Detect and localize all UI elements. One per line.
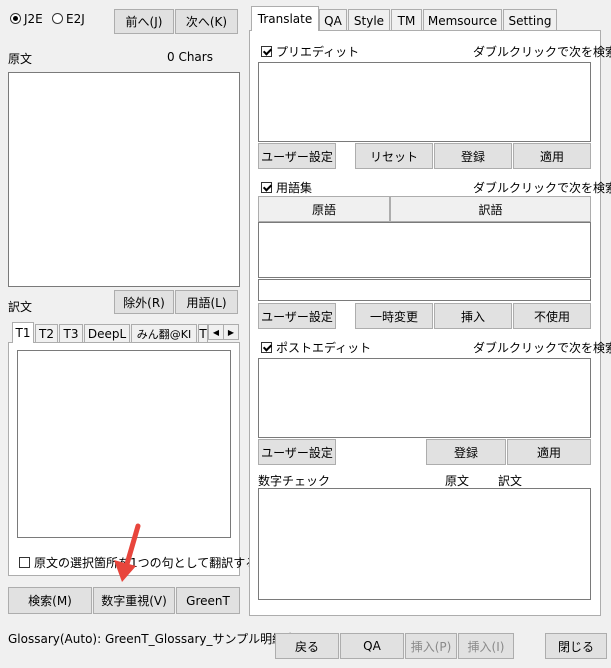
tab-t1[interactable]: T1 [12, 322, 34, 343]
target-textarea[interactable] [17, 350, 231, 538]
tab-t-truncated[interactable]: T [198, 324, 208, 343]
target-label: 訳文 [8, 300, 33, 314]
postedit-user-settings-button[interactable]: ユーザー設定 [258, 439, 336, 465]
checkbox-checked-icon [261, 46, 272, 57]
radio-empty-icon [52, 13, 63, 24]
preedit-hint: ダブルクリックで次を検索 [473, 45, 611, 59]
postedit-label: ポストエディット [276, 341, 372, 355]
prev-button[interactable]: 前へ(J) [114, 9, 174, 34]
back-button[interactable]: 戻る [275, 633, 339, 659]
postedit-register-button[interactable]: 登録 [426, 439, 506, 465]
glossary-status-text: Glossary(Auto): GreenT_Glossary_サンプル明細書 [8, 632, 297, 646]
glossary-hint: ダブルクリックで次を検索 [473, 181, 611, 195]
glossary-label: 用語集 [276, 181, 313, 195]
glossary-col-target[interactable]: 訳語 [390, 196, 591, 222]
tab-scroll-left-icon[interactable]: ◀ [208, 324, 224, 340]
insert-p-button[interactable]: 挿入(P) [405, 633, 457, 659]
source-textarea[interactable] [8, 72, 240, 287]
tab-style[interactable]: Style [348, 9, 390, 31]
j2e-radio[interactable]: J2E [10, 12, 43, 26]
tab-setting[interactable]: Setting [503, 9, 557, 31]
preedit-register-button[interactable]: 登録 [434, 143, 512, 169]
tab-minhon[interactable]: みん翻@KI [131, 324, 197, 343]
source-label: 原文 [8, 52, 33, 66]
insert-i-button[interactable]: 挿入(I) [458, 633, 514, 659]
glossary-disable-button[interactable]: 不使用 [513, 303, 591, 329]
glossary-insert-button[interactable]: 挿入 [434, 303, 512, 329]
postedit-apply-button[interactable]: 適用 [507, 439, 591, 465]
tab-t3[interactable]: T3 [59, 324, 83, 343]
tab-translate[interactable]: Translate [251, 6, 319, 31]
radio-selected-icon [10, 13, 21, 24]
e2j-radio[interactable]: E2J [52, 12, 85, 26]
checkbox-checked-icon [261, 182, 272, 193]
tab-scroll-right-icon[interactable]: ▶ [223, 324, 239, 340]
tab-qa[interactable]: QA [319, 9, 347, 31]
glossary-temp-change-button[interactable]: 一時変更 [355, 303, 433, 329]
checkbox-empty-icon [19, 557, 30, 568]
preedit-reset-button[interactable]: リセット [355, 143, 433, 169]
search-button[interactable]: 検索(M) [8, 587, 92, 614]
glossary-col-source[interactable]: 原語 [258, 196, 390, 222]
char-count: 0 Chars [167, 50, 213, 64]
preedit-apply-button[interactable]: 適用 [513, 143, 591, 169]
e2j-label: E2J [66, 12, 85, 26]
tab-tm[interactable]: TM [391, 9, 422, 31]
number-check-col-source: 原文 [445, 474, 470, 488]
j2e-label: J2E [24, 12, 43, 26]
postedit-hint: ダブルクリックで次を検索 [473, 341, 611, 355]
next-button[interactable]: 次へ(K) [175, 9, 238, 34]
glossary-input[interactable] [258, 279, 591, 301]
glossary-list[interactable] [258, 222, 591, 278]
postedit-textarea[interactable] [258, 358, 591, 438]
number-priority-button[interactable]: 数字重視(V) [93, 587, 175, 614]
checkbox-checked-icon [261, 342, 272, 353]
glossary-button[interactable]: 用語(L) [175, 290, 238, 314]
number-check-label: 数字チェック [258, 474, 331, 488]
red-arrow-annotation [114, 523, 141, 582]
greent-button[interactable]: GreenT [176, 587, 240, 614]
qa-button[interactable]: QA [340, 633, 404, 659]
tab-t2[interactable]: T2 [35, 324, 58, 343]
preedit-user-settings-button[interactable]: ユーザー設定 [258, 143, 336, 169]
number-check-list[interactable] [258, 488, 591, 600]
postedit-checkbox[interactable]: ポストエディット [261, 339, 371, 356]
glossary-checkbox[interactable]: 用語集 [261, 179, 312, 196]
preedit-textarea[interactable] [258, 62, 591, 142]
tab-memsource[interactable]: Memsource [423, 9, 502, 31]
exclude-button[interactable]: 除外(R) [114, 290, 174, 314]
preedit-checkbox[interactable]: プリエディット [261, 43, 359, 60]
preedit-label: プリエディット [276, 45, 360, 59]
number-check-col-target: 訳文 [498, 474, 523, 488]
tab-deepl[interactable]: DeepL [84, 324, 130, 343]
glossary-user-settings-button[interactable]: ユーザー設定 [258, 303, 336, 329]
close-button[interactable]: 閉じる [545, 633, 607, 659]
